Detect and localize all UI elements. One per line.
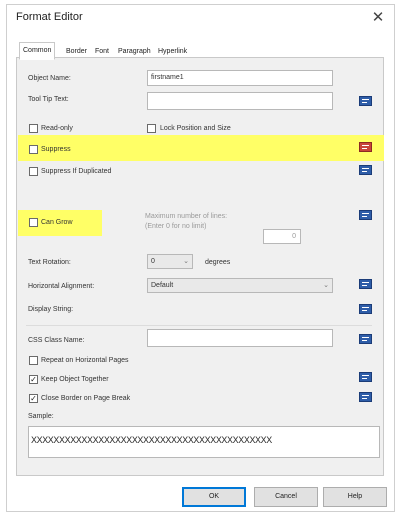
keep-together-label: Keep Object Together <box>41 376 109 383</box>
text-rotation-value: 0 <box>151 258 155 265</box>
lock-position-label: Lock Position and Size <box>160 125 231 132</box>
object-name-input[interactable]: firstname1 <box>147 70 333 86</box>
css-formula-icon[interactable] <box>359 333 372 345</box>
display-string-label: Display String: <box>28 306 74 313</box>
object-name-label: Object Name: <box>28 75 71 82</box>
max-lines-hint: (Enter 0 for no limit) <box>145 223 207 230</box>
sample-label: Sample: <box>28 413 54 420</box>
horizontal-alignment-select[interactable]: Default ⌄ <box>147 278 333 293</box>
close-border-label: Close Border on Page Break <box>41 395 131 402</box>
tooltip-text-input[interactable] <box>147 92 333 110</box>
alignment-formula-icon[interactable] <box>359 278 372 290</box>
close-icon[interactable]: ✕ <box>368 8 388 28</box>
tab-common[interactable]: Common <box>19 42 56 60</box>
can-grow-label: Can Grow <box>41 219 73 226</box>
max-lines-input[interactable]: 0 <box>263 229 301 244</box>
close-border-formula-icon[interactable] <box>359 391 372 403</box>
suppress-label: Suppress <box>41 146 71 153</box>
ok-button[interactable]: OK <box>182 487 246 507</box>
can-grow-checkbox[interactable] <box>29 218 38 227</box>
tooltip-text-label: Tool Tip Text: <box>28 96 69 103</box>
repeat-horizontal-label: Repeat on Horizontal Pages <box>41 357 129 364</box>
help-button[interactable]: Help <box>323 487 387 507</box>
read-only-checkbox[interactable] <box>29 124 38 133</box>
tooltip-formula-icon[interactable] <box>359 95 372 107</box>
display-string-formula-icon[interactable] <box>359 303 372 315</box>
repeat-horizontal-checkbox[interactable] <box>29 356 38 365</box>
sample-preview: XXXXXXXXXXXXXXXXXXXXXXXXXXXXXXXXXXXXXXXX… <box>28 426 380 458</box>
section-divider <box>26 325 372 326</box>
read-only-label: Read-only <box>41 125 73 132</box>
suppress-formula-icon[interactable] <box>359 141 372 153</box>
chevron-down-icon: ⌄ <box>183 258 189 265</box>
suppress-duplicated-checkbox[interactable] <box>29 167 38 176</box>
keep-together-checkbox[interactable]: ✓ <box>29 375 38 384</box>
can-grow-formula-icon[interactable] <box>359 209 372 221</box>
text-rotation-select[interactable]: 0 ⌄ <box>147 254 193 269</box>
degrees-label: degrees <box>205 259 231 266</box>
close-border-checkbox[interactable]: ✓ <box>29 394 38 403</box>
window-title: Format Editor <box>16 11 83 23</box>
lock-position-checkbox[interactable] <box>147 124 156 133</box>
keep-together-formula-icon[interactable] <box>359 371 372 383</box>
css-class-label: CSS Class Name: <box>28 337 85 344</box>
horizontal-alignment-value: Default <box>151 282 174 289</box>
horizontal-alignment-label: Horizontal Alignment: <box>28 283 95 290</box>
suppress-highlight <box>18 135 384 161</box>
max-lines-label: Maximum number of lines: <box>145 213 228 220</box>
chevron-down-icon: ⌄ <box>323 282 329 289</box>
text-rotation-label: Text Rotation: <box>28 259 71 266</box>
common-tab-panel <box>16 58 384 476</box>
suppress-checkbox[interactable] <box>29 145 38 154</box>
cancel-button[interactable]: Cancel <box>254 487 318 507</box>
suppress-duplicated-formula-icon[interactable] <box>359 164 372 176</box>
suppress-duplicated-label: Suppress If Duplicated <box>41 168 112 175</box>
css-class-input[interactable] <box>147 329 333 347</box>
